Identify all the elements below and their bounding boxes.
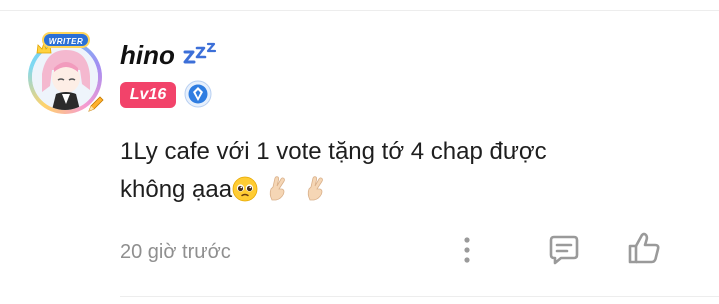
pleading-face-icon: [232, 176, 258, 214]
writer-badge: WRITER: [42, 32, 90, 48]
comment-icon[interactable]: [547, 234, 581, 266]
pen-icon: [86, 94, 106, 119]
avatar[interactable]: WRITER: [24, 32, 110, 118]
comment-line-2-text: không ạaa: [120, 176, 233, 203]
comment-text: 1Ly cafe với 1 vote tặng tớ 4 chap được …: [120, 133, 640, 214]
thumbs-up-icon[interactable]: [626, 230, 662, 266]
zzz-icon: [183, 40, 219, 66]
bottom-divider: [120, 296, 719, 297]
more-vertical-icon[interactable]: [455, 234, 479, 266]
level-badge: Lv16: [120, 82, 176, 108]
shield-icon: [184, 80, 212, 108]
crossed-fingers-icon: [302, 174, 330, 214]
comment-line-2: không ạaa: [120, 171, 640, 214]
comment-line-1: 1Ly cafe với 1 vote tặng tớ 4 chap được: [120, 138, 547, 165]
crossed-fingers-icon: [264, 174, 292, 214]
top-divider: [0, 10, 719, 11]
username[interactable]: hino: [120, 40, 175, 70]
timestamp: 20 giờ trước: [120, 241, 231, 263]
